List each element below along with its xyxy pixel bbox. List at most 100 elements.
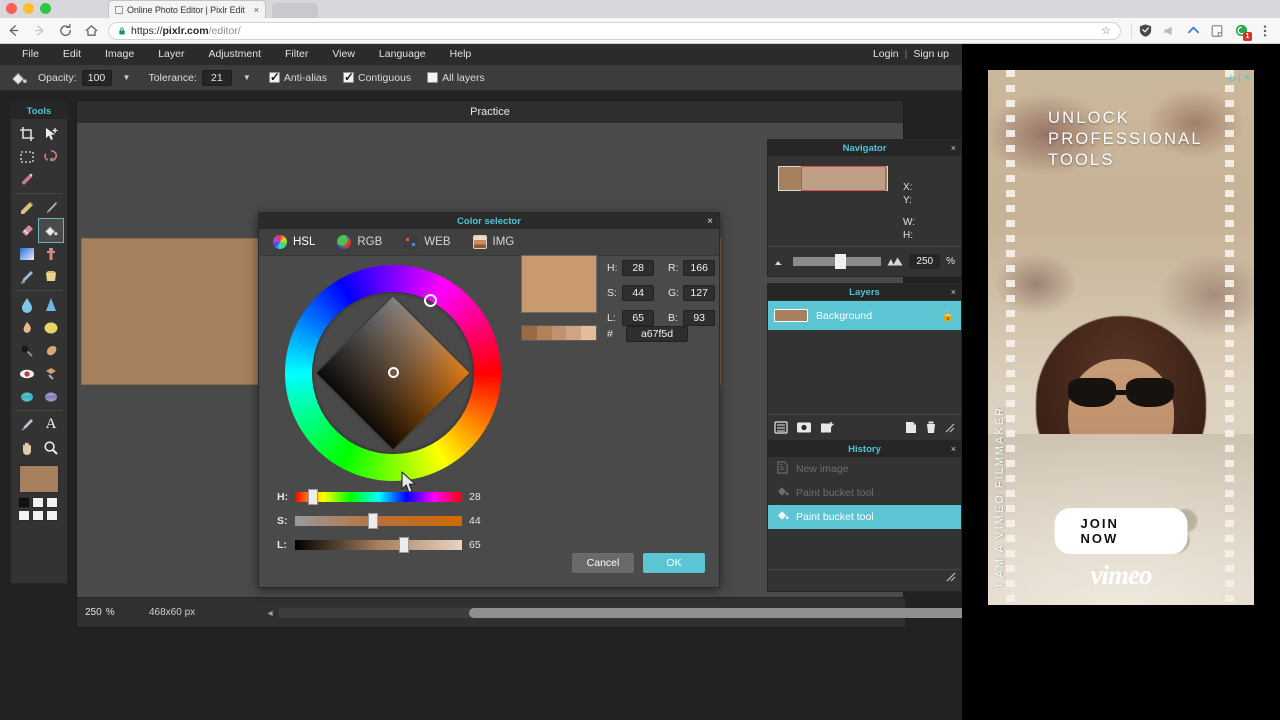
tab-hsl[interactable]: HSL — [273, 235, 315, 249]
history-row-paint-bucket-2[interactable]: Paint bucket tool — [768, 505, 961, 529]
lasso-tool[interactable] — [39, 145, 63, 168]
hex-input[interactable]: a67f5d — [626, 326, 688, 342]
paint-bucket-tool[interactable] — [39, 219, 63, 242]
l-input[interactable]: 65 — [622, 310, 654, 326]
close-icon[interactable]: × — [951, 444, 956, 454]
saturation-slider-track[interactable] — [295, 516, 462, 526]
recent-color-swatch[interactable] — [552, 326, 567, 340]
tab-rgb[interactable]: RGB — [337, 235, 382, 249]
checkbox-box[interactable] — [269, 72, 280, 83]
move-tool[interactable] — [39, 122, 63, 145]
s-input[interactable]: 44 — [622, 285, 654, 301]
delete-layer-icon[interactable] — [925, 421, 937, 434]
note-extension-icon[interactable] — [1206, 20, 1228, 42]
tolerance-input[interactable]: 21 — [202, 70, 232, 86]
layer-row-background[interactable]: Background 🔒 — [768, 301, 961, 330]
type-tool[interactable]: A — [39, 413, 63, 436]
navigator-zoom-slider[interactable] — [793, 257, 881, 266]
mini-swatch[interactable] — [18, 510, 30, 521]
resize-grip-icon[interactable] — [945, 423, 955, 433]
recent-color-swatch[interactable] — [581, 326, 596, 340]
chevron-extension-icon[interactable] — [1182, 20, 1204, 42]
opacity-input[interactable]: 100 — [82, 70, 112, 86]
maximize-window-button[interactable] — [40, 3, 51, 14]
recent-colors-strip[interactable] — [521, 325, 597, 341]
menu-layer[interactable]: Layer — [146, 44, 196, 65]
layer-mask-icon[interactable] — [796, 421, 812, 434]
close-icon[interactable]: × — [951, 143, 956, 153]
lightness-slider-thumb[interactable] — [399, 537, 409, 553]
menu-edit[interactable]: Edit — [51, 44, 93, 65]
hue-ring-cursor[interactable] — [424, 294, 437, 307]
history-row-new-image[interactable]: New image — [768, 457, 961, 481]
sponge-tool[interactable] — [39, 316, 63, 339]
eraser-tool[interactable] — [15, 219, 39, 242]
drawing-tool[interactable] — [39, 265, 63, 288]
magic-wand-tool[interactable] — [15, 168, 39, 191]
antialias-checkbox[interactable]: Anti-alias — [269, 72, 327, 84]
scroll-thumb[interactable] — [469, 608, 989, 618]
login-link[interactable]: Login — [870, 48, 902, 60]
scroll-track[interactable] — [279, 608, 871, 618]
menu-language[interactable]: Language — [367, 44, 438, 65]
color-replace-tool[interactable] — [15, 265, 39, 288]
cancel-button[interactable]: Cancel — [572, 553, 634, 573]
red-eye-tool[interactable] — [15, 362, 39, 385]
diamond-cursor[interactable] — [388, 367, 399, 378]
bloat-tool[interactable] — [15, 385, 39, 408]
badge-extension-icon[interactable]: 1 — [1230, 20, 1252, 42]
color-picker-tool[interactable] — [15, 413, 39, 436]
recent-color-swatch[interactable] — [522, 326, 537, 340]
new-tab-button[interactable] — [272, 3, 318, 18]
advertisement-banner[interactable]: UNLOCK PROFESSIONAL TOOLS I AM A VIMEO F… — [988, 70, 1254, 605]
lightness-slider-track[interactable] — [295, 540, 462, 550]
chevron-down-icon[interactable]: ▼ — [243, 73, 251, 82]
close-window-button[interactable] — [6, 3, 17, 14]
mini-swatch[interactable] — [18, 497, 30, 508]
gradient-tool[interactable] — [15, 242, 39, 265]
close-icon[interactable]: × — [951, 287, 956, 297]
back-arrow-icon[interactable] — [0, 18, 26, 44]
navigator-zoom-thumb[interactable] — [835, 254, 846, 269]
menu-file[interactable]: File — [10, 44, 51, 65]
blur-tool[interactable] — [15, 293, 39, 316]
menu-help[interactable]: Help — [438, 44, 484, 65]
menu-image[interactable]: Image — [93, 44, 146, 65]
ad-join-now-button[interactable]: JOIN NOW — [1055, 508, 1188, 554]
menu-adjustment[interactable]: Adjustment — [196, 44, 273, 65]
zoom-tool[interactable] — [39, 436, 63, 459]
navigator-thumbnail-area[interactable]: X: Y: W: H: — [768, 156, 961, 246]
contiguous-checkbox[interactable]: Contiguous — [343, 72, 411, 84]
duplicate-layer-icon[interactable] — [905, 421, 917, 434]
burn-tool[interactable] — [39, 339, 63, 362]
address-bar[interactable]: https://pixlr.com/editor/ ☆ — [108, 22, 1121, 40]
brush-tool[interactable] — [39, 196, 63, 219]
large-mountain-icon[interactable] — [887, 253, 903, 271]
recent-color-swatch[interactable] — [537, 326, 552, 340]
ok-button[interactable]: OK — [643, 553, 705, 573]
h-input[interactable]: 28 — [622, 260, 654, 276]
bookmark-star-icon[interactable]: ☆ — [1101, 24, 1111, 37]
browser-tab[interactable]: Online Photo Editor | Pixlr Edit × — [108, 0, 266, 18]
megaphone-extension-icon[interactable] — [1158, 20, 1180, 42]
add-layer-icon[interactable] — [820, 421, 835, 434]
mini-swatch[interactable] — [32, 510, 44, 521]
layer-settings-icon[interactable] — [774, 421, 788, 434]
hand-tool[interactable] — [15, 436, 39, 459]
color-selector-header[interactable]: Color selector × — [259, 213, 719, 229]
smudge-tool[interactable] — [15, 316, 39, 339]
close-icon[interactable]: × — [707, 216, 713, 227]
shield-extension-icon[interactable] — [1134, 20, 1156, 42]
pencil-tool[interactable] — [15, 196, 39, 219]
primary-color-swatch[interactable] — [19, 465, 59, 493]
sharpen-tool[interactable] — [39, 293, 63, 316]
spot-heal-tool[interactable] — [39, 362, 63, 385]
chrome-menu-icon[interactable] — [1254, 20, 1276, 42]
pinch-tool[interactable] — [39, 385, 63, 408]
saturation-slider-thumb[interactable] — [368, 513, 378, 529]
tab-web[interactable]: WEB — [404, 235, 450, 249]
small-mountain-icon[interactable] — [774, 253, 787, 271]
horizontal-scrollbar[interactable]: ◄ ► — [261, 598, 889, 628]
home-icon[interactable] — [78, 18, 104, 44]
lock-icon[interactable]: 🔒 — [941, 309, 955, 322]
